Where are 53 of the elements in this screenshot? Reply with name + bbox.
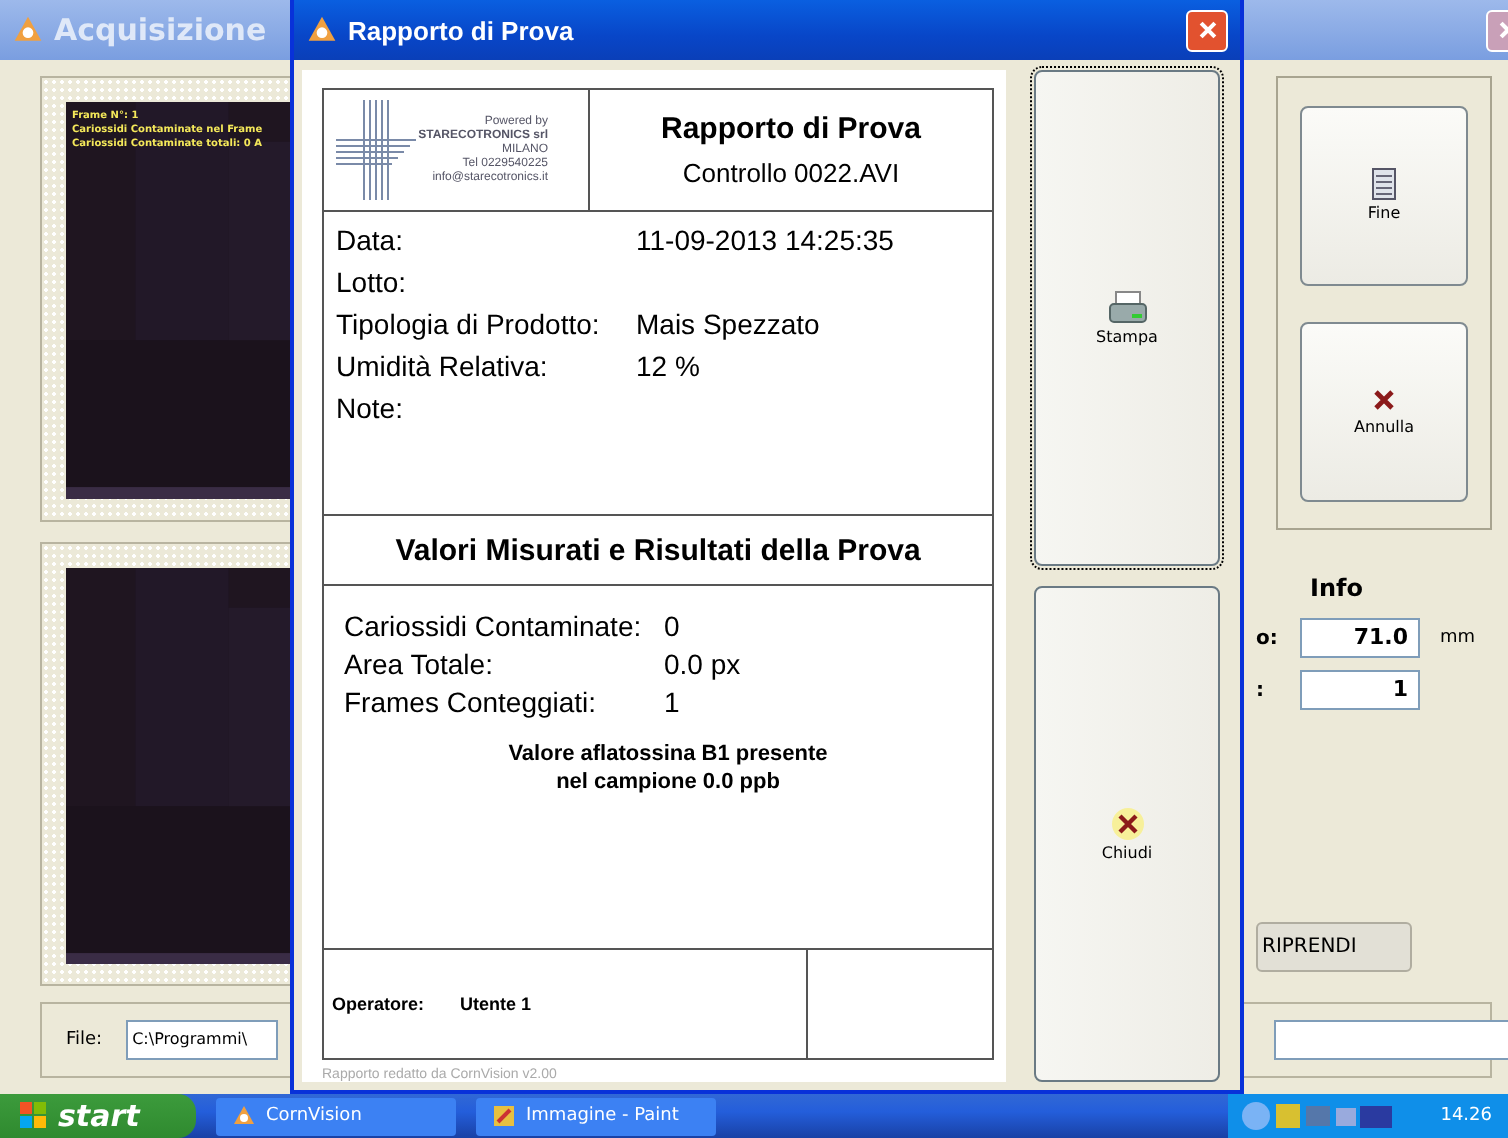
operator-value: Utente 1: [460, 994, 532, 1014]
field-label: Lotto:: [336, 266, 409, 302]
action-button[interactable]: Annulla: [1300, 321, 1468, 501]
unit-label: mm: [1440, 628, 1476, 648]
field-value: Mais Spezzato: [636, 308, 822, 344]
measure-value: 1: [664, 686, 682, 722]
field-label: Umidità Relativa:: [336, 350, 550, 386]
field-label: Tipologia di Prodotto:: [336, 308, 602, 344]
close-button[interactable]: [1186, 9, 1228, 51]
dialog-button[interactable]: Chiudi: [1034, 586, 1220, 1082]
start-button[interactable]: start: [0, 1094, 196, 1138]
field-label: o:: [1256, 627, 1280, 649]
close-icon: [1195, 18, 1219, 42]
close-icon: [1370, 386, 1398, 414]
close-icon: [1109, 806, 1145, 842]
result-text: Valore aflatossina B1 presente: [508, 740, 828, 768]
measure-label: Area Totale:: [344, 648, 495, 684]
taskbar-button[interactable]: CornVision: [216, 1097, 456, 1135]
app-icon: [306, 14, 338, 46]
section-title: Valori Misurati e Risultati della Prova: [395, 533, 921, 567]
text-field[interactable]: [1274, 1020, 1508, 1060]
operator-label: Operatore:: [332, 994, 425, 1014]
dialog-title: Rapporto di Prova: [348, 15, 574, 45]
result-text: nel campione 0.0 ppb: [556, 768, 780, 796]
report-title: Rapporto di Prova: [660, 112, 921, 146]
dialog-button[interactable]: Stampa: [1034, 70, 1220, 566]
logo-icon: [332, 96, 420, 204]
document-icon: [1372, 168, 1396, 200]
file-label: File:: [66, 1030, 103, 1050]
app-icon: [12, 14, 44, 46]
field-label: :: [1256, 679, 1266, 701]
action-button[interactable]: Fine: [1300, 105, 1468, 285]
paint-icon: [492, 1104, 516, 1128]
printer-icon: [1107, 290, 1147, 326]
taskbar-button[interactable]: Immagine - Paint: [476, 1097, 716, 1135]
file-field[interactable]: C:\Programmi\: [126, 1020, 279, 1060]
report-subtitle: Controllo 0022.AVI: [682, 158, 900, 188]
resume-button[interactable]: RIPRENDI: [1256, 922, 1412, 972]
measure-label: Frames Conteggiati:: [344, 686, 599, 722]
field-label: Note:: [336, 392, 405, 428]
windows-logo-icon: [20, 1102, 48, 1130]
measure-label: Cariossidi Contaminate:: [344, 610, 644, 646]
app-icon: [232, 1104, 256, 1128]
field-value: 11-09-2013 14:25:35: [636, 224, 896, 260]
info-heading: Info: [1310, 574, 1365, 602]
field-value: 12 %: [636, 350, 702, 386]
measure-value: 0.0 px: [664, 648, 743, 684]
clock: 14.26: [1440, 1106, 1492, 1126]
number-field[interactable]: 71.0: [1300, 618, 1420, 658]
measure-value: 0: [664, 610, 682, 646]
number-field[interactable]: 1: [1300, 670, 1420, 710]
window-title: Acquisizione: [54, 12, 267, 48]
field-label: Data:: [336, 224, 405, 260]
